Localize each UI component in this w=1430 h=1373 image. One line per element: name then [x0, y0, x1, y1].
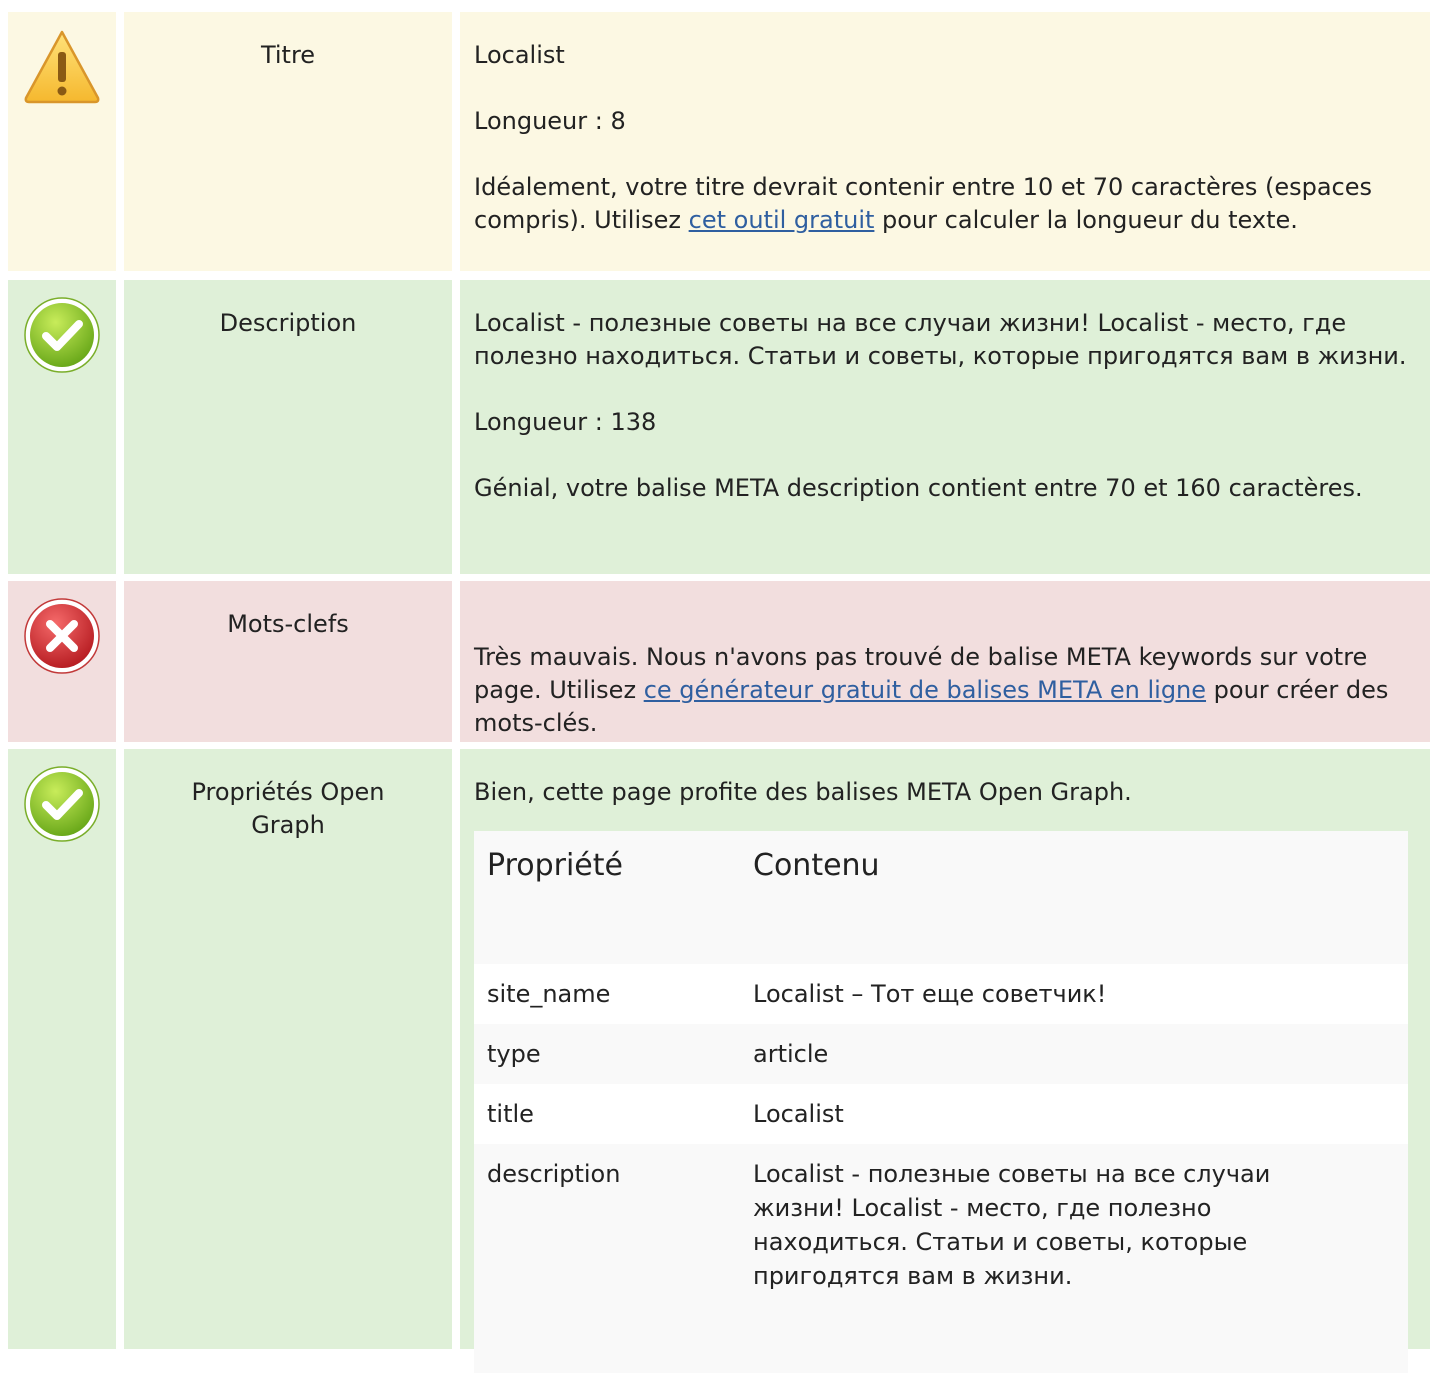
row-content: Localist Longueur : 8 Idéalement, votre … — [460, 12, 1430, 271]
description-value: Localist - полезные советы на все случаи… — [474, 309, 1407, 370]
seo-row-keywords: Mots-clefs Très mauvais. Nous n'avons pa… — [8, 581, 1430, 742]
title-length: Longueur : 8 — [474, 107, 626, 135]
meta-generator-link[interactable]: ce générateur gratuit de balises META en… — [644, 676, 1206, 704]
content-cell: Localist – Тот еще советчик! — [753, 980, 1107, 1008]
seo-row-title: Titre Localist Longueur : 8 Idéalement, … — [8, 12, 1430, 271]
content-cell: Localist - полезные советы на все случаи… — [753, 1160, 1271, 1290]
description-length: Longueur : 138 — [474, 408, 657, 436]
table-row: site_name Localist – Тот еще советчик! — [474, 964, 1408, 1024]
status-cell — [8, 280, 116, 574]
seo-row-description: Description Localist - полезные советы н… — [8, 280, 1430, 574]
row-label: Mots-clefs — [124, 581, 452, 742]
property-cell: title — [487, 1100, 534, 1128]
seo-row-opengraph: Propriétés Open Graph Bien, cette page p… — [8, 749, 1430, 1373]
content-cell: Localist — [753, 1100, 844, 1128]
status-cell — [8, 12, 116, 271]
content-cell: article — [753, 1040, 829, 1068]
row-label: Titre — [124, 12, 452, 271]
table-header-row: Propriété Contenu — [474, 831, 1408, 964]
property-cell: type — [487, 1040, 541, 1068]
property-cell: description — [487, 1160, 621, 1188]
description-advice: Génial, votre balise META description co… — [474, 474, 1363, 502]
check-icon — [24, 297, 100, 373]
check-icon — [24, 766, 100, 842]
error-icon — [24, 598, 100, 674]
row-content: Localist - полезные советы на все случаи… — [460, 280, 1430, 574]
table-row: title Localist — [474, 1084, 1408, 1144]
row-content: Très mauvais. Nous n'avons pas trouvé de… — [460, 581, 1430, 742]
title-advice: Idéalement, votre titre devrait contenir… — [474, 173, 1373, 234]
table-row: description Localist - полезные советы н… — [474, 1144, 1408, 1373]
column-header-content: Contenu — [753, 848, 880, 883]
keywords-advice: Très mauvais. Nous n'avons pas trouvé de… — [474, 643, 1389, 737]
opengraph-note: Bien, cette page profite des balises MET… — [474, 778, 1132, 806]
free-tool-link[interactable]: cet outil gratuit — [689, 206, 875, 234]
property-cell: site_name — [487, 980, 611, 1008]
row-label: Description — [124, 280, 452, 574]
column-header-property: Propriété — [487, 848, 623, 883]
warning-icon — [24, 30, 100, 104]
row-content: Bien, cette page profite des balises MET… — [460, 749, 1430, 1373]
status-cell — [8, 749, 116, 1349]
title-value: Localist — [474, 41, 565, 69]
table-row: type article — [474, 1024, 1408, 1084]
status-cell — [8, 581, 116, 742]
row-label: Propriétés Open Graph — [124, 749, 452, 1349]
opengraph-table: Propriété Contenu site_name Localist – Т… — [474, 831, 1408, 1373]
